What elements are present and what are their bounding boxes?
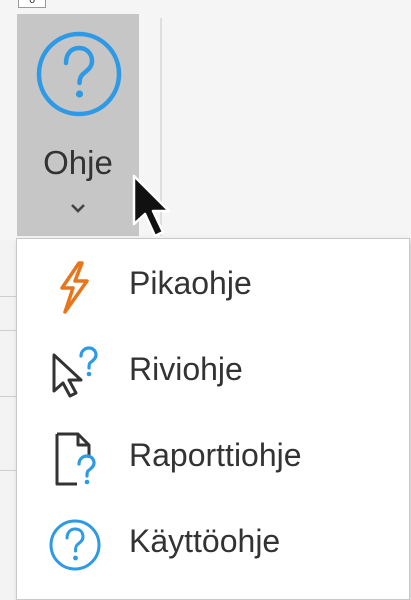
help-button-label: Ohje [43, 144, 113, 181]
question-circle-icon [36, 31, 122, 117]
menu-item-kayttoohje[interactable]: Käyttöohje [17, 501, 407, 587]
tab-number: 6 [18, 0, 46, 8]
menu-item-pikaohje[interactable]: Pikaohje [17, 243, 407, 329]
menu-item-riviohje[interactable]: Riviohje [17, 329, 407, 415]
pointer-question-icon [52, 346, 98, 398]
menu-item-label: Käyttöohje [129, 523, 281, 559]
menu-item-label: Raporttiohje [129, 437, 302, 473]
menu-item-label: Pikaohje [129, 265, 252, 301]
menu-item-raporttiohje[interactable]: Raporttiohje [17, 415, 407, 501]
question-circle-icon [49, 519, 101, 571]
help-button[interactable]: Ohje [17, 14, 139, 236]
help-dropdown-menu: Pikaohje Riviohje Raporttiohje Käyttöohj… [16, 238, 410, 600]
document-question-icon [55, 432, 96, 486]
chevron-down-icon [71, 204, 85, 213]
mouse-pointer-icon [132, 174, 171, 238]
lightning-icon [60, 261, 89, 314]
menu-item-label: Riviohje [129, 351, 243, 387]
